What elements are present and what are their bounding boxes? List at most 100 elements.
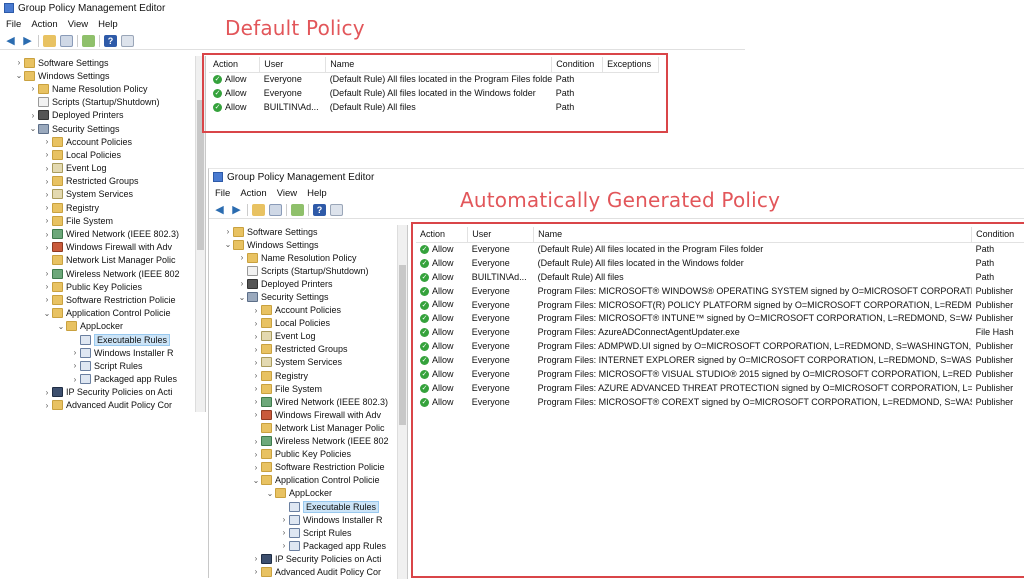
tree-item-file-system[interactable]: › File System	[209, 382, 407, 395]
expand-chevron-icon[interactable]: ›	[42, 269, 52, 278]
tree-item-windows-firewall-with-adv[interactable]: › Windows Firewall with Adv	[0, 241, 205, 254]
tree-item-restricted-groups[interactable]: › Restricted Groups	[0, 175, 205, 188]
menu-file[interactable]: File	[6, 19, 21, 30]
tree-item-executable-rules[interactable]: Executable Rules	[209, 500, 407, 513]
tree-item-scripts-startup-shutdown[interactable]: Scripts (Startup/Shutdown)	[0, 96, 205, 109]
expand-chevron-icon[interactable]: ›	[42, 388, 52, 397]
expand-chevron-icon[interactable]: ›	[42, 203, 52, 212]
tree-item-windows-settings[interactable]: ⌄ Windows Settings	[0, 69, 205, 82]
expand-chevron-icon[interactable]: ›	[14, 58, 24, 67]
tree-item-security-settings[interactable]: ⌄ Security Settings	[209, 290, 407, 303]
expand-chevron-icon[interactable]: ›	[251, 463, 261, 472]
tree-item-system-services[interactable]: › System Services	[209, 356, 407, 369]
menu-help[interactable]: Help	[307, 188, 327, 199]
collapse-chevron-icon[interactable]: ⌄	[223, 240, 233, 249]
collapse-chevron-icon[interactable]: ⌄	[28, 124, 38, 133]
expand-chevron-icon[interactable]: ›	[70, 375, 80, 384]
expand-chevron-icon[interactable]: ›	[251, 332, 261, 341]
collapse-chevron-icon[interactable]: ⌄	[14, 71, 24, 80]
expand-chevron-icon[interactable]: ›	[251, 410, 261, 419]
expand-chevron-icon[interactable]: ›	[251, 384, 261, 393]
expand-chevron-icon[interactable]: ›	[237, 279, 247, 288]
tree-item-restricted-groups[interactable]: › Restricted Groups	[209, 343, 407, 356]
tree-item-wireless-network-ieee-802[interactable]: › Wireless Network (IEEE 802	[0, 267, 205, 280]
tree-item-deployed-printers[interactable]: › Deployed Printers	[209, 277, 407, 290]
collapse-chevron-icon[interactable]: ⌄	[42, 309, 52, 318]
back-arrow-icon[interactable]: ◀	[4, 35, 17, 47]
tree-item-windows-firewall-with-adv[interactable]: › Windows Firewall with Adv	[209, 408, 407, 421]
menu-action[interactable]: Action	[31, 19, 57, 30]
expand-chevron-icon[interactable]: ›	[251, 306, 261, 315]
tree-item-system-services[interactable]: › System Services	[0, 188, 205, 201]
tree-item-applocker[interactable]: ⌄ AppLocker	[0, 320, 205, 333]
expand-chevron-icon[interactable]: ›	[251, 437, 261, 446]
expand-chevron-icon[interactable]: ›	[42, 295, 52, 304]
action-pane-icon[interactable]	[121, 34, 134, 47]
tree-item-windows-installer-r[interactable]: › Windows Installer R	[0, 346, 205, 359]
expand-chevron-icon[interactable]: ›	[28, 111, 38, 120]
tree-item-applocker[interactable]: ⌄ AppLocker	[209, 487, 407, 500]
tree-item-file-system[interactable]: › File System	[0, 214, 205, 227]
tree-item-deployed-printers[interactable]: › Deployed Printers	[0, 109, 205, 122]
expand-chevron-icon[interactable]: ›	[279, 528, 289, 537]
tree-item-network-list-manager-polic[interactable]: Network List Manager Polic	[0, 254, 205, 267]
help-icon[interactable]: ?	[104, 34, 117, 47]
forward-arrow-icon[interactable]: ▶	[21, 35, 34, 47]
collapse-chevron-icon[interactable]: ⌄	[251, 476, 261, 485]
expand-chevron-icon[interactable]: ›	[42, 230, 52, 239]
expand-chevron-icon[interactable]: ›	[279, 541, 289, 550]
tree-item-packaged-app-rules[interactable]: › Packaged app Rules	[0, 373, 205, 386]
expand-chevron-icon[interactable]: ›	[70, 348, 80, 357]
tree-item-public-key-policies[interactable]: › Public Key Policies	[209, 448, 407, 461]
tree-item-advanced-audit-policy-cor[interactable]: › Advanced Audit Policy Cor	[0, 399, 205, 412]
up-folder-icon[interactable]	[43, 34, 56, 47]
expand-chevron-icon[interactable]: ›	[42, 164, 52, 173]
expand-chevron-icon[interactable]: ›	[237, 253, 247, 262]
collapse-chevron-icon[interactable]: ⌄	[56, 322, 66, 331]
expand-chevron-icon[interactable]: ›	[279, 515, 289, 524]
tree-item-packaged-app-rules[interactable]: › Packaged app Rules	[209, 539, 407, 552]
menu-action[interactable]: Action	[240, 188, 266, 199]
expand-chevron-icon[interactable]: ›	[28, 84, 38, 93]
tree-item-public-key-policies[interactable]: › Public Key Policies	[0, 280, 205, 293]
expand-chevron-icon[interactable]: ›	[42, 216, 52, 225]
expand-chevron-icon[interactable]: ›	[42, 177, 52, 186]
tree-scrollbar[interactable]	[397, 225, 407, 579]
expand-chevron-icon[interactable]: ›	[251, 397, 261, 406]
tree-item-name-resolution-policy[interactable]: › Name Resolution Policy	[0, 82, 205, 95]
tree-item-security-settings[interactable]: ⌄ Security Settings	[0, 122, 205, 135]
tree-item-account-policies[interactable]: › Account Policies	[0, 135, 205, 148]
collapse-chevron-icon[interactable]: ⌄	[237, 293, 247, 302]
menu-view[interactable]: View	[68, 19, 88, 30]
tree-item-event-log[interactable]: › Event Log	[209, 330, 407, 343]
expand-chevron-icon[interactable]: ›	[42, 282, 52, 291]
expand-chevron-icon[interactable]: ›	[251, 358, 261, 367]
collapse-chevron-icon[interactable]: ⌄	[265, 489, 275, 498]
expand-chevron-icon[interactable]: ›	[251, 319, 261, 328]
tree-item-ip-security-policies-on-acti[interactable]: › IP Security Policies on Acti	[0, 386, 205, 399]
back-arrow-icon[interactable]: ◀	[213, 204, 226, 216]
expand-chevron-icon[interactable]: ›	[42, 243, 52, 252]
tree-item-windows-installer-r[interactable]: › Windows Installer R	[209, 513, 407, 526]
tree-item-software-settings[interactable]: › Software Settings	[0, 56, 205, 69]
tree-item-local-policies[interactable]: › Local Policies	[0, 148, 205, 161]
action-pane-icon[interactable]	[330, 203, 343, 216]
expand-chevron-icon[interactable]: ›	[251, 567, 261, 576]
expand-chevron-icon[interactable]: ›	[251, 450, 261, 459]
tree-item-executable-rules[interactable]: Executable Rules	[0, 333, 205, 346]
expand-chevron-icon[interactable]: ›	[42, 150, 52, 159]
tree-item-script-rules[interactable]: › Script Rules	[0, 359, 205, 372]
menu-view[interactable]: View	[277, 188, 297, 199]
export-list-icon[interactable]	[291, 203, 304, 216]
tree-item-advanced-audit-policy-cor[interactable]: › Advanced Audit Policy Cor	[209, 565, 407, 578]
tree-item-registry[interactable]: › Registry	[0, 201, 205, 214]
expand-chevron-icon[interactable]: ›	[70, 361, 80, 370]
up-folder-icon[interactable]	[252, 203, 265, 216]
tree-item-wired-network-ieee-802-3[interactable]: › Wired Network (IEEE 802.3)	[0, 227, 205, 240]
menu-help[interactable]: Help	[98, 19, 118, 30]
expand-chevron-icon[interactable]: ›	[42, 137, 52, 146]
tree-item-software-restriction-policie[interactable]: › Software Restriction Policie	[209, 461, 407, 474]
tree-item-wireless-network-ieee-802[interactable]: › Wireless Network (IEEE 802	[209, 435, 407, 448]
tree-item-local-policies[interactable]: › Local Policies	[209, 317, 407, 330]
expand-chevron-icon[interactable]: ›	[251, 554, 261, 563]
